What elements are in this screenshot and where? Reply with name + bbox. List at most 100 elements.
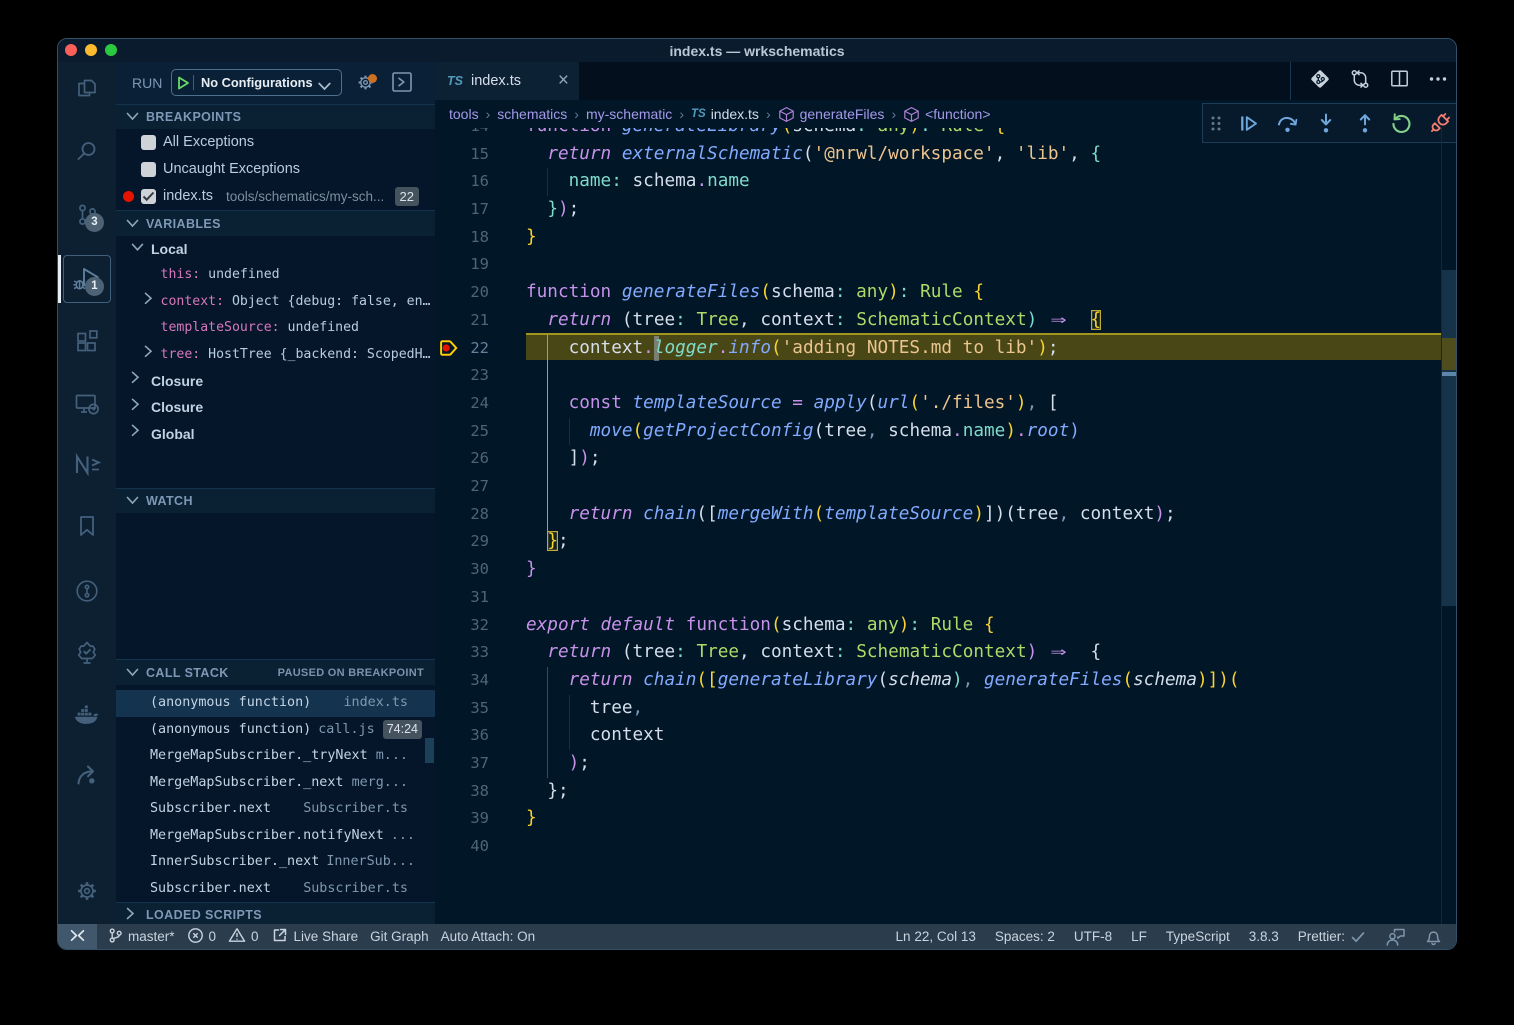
status-warnings[interactable]: 0 (228, 924, 259, 949)
line-number[interactable]: 31 (435, 584, 489, 612)
activity-item-todo-tree[interactable] (58, 629, 116, 677)
variables-scope-row[interactable]: Closure (116, 368, 435, 394)
breakpoint-checkbox[interactable] (141, 189, 156, 204)
code-line[interactable]: 38 }; (435, 778, 1456, 806)
code-line[interactable]: 28 return chain([mergeWith(templateSourc… (435, 501, 1456, 529)
step-into-icon[interactable] (1314, 111, 1338, 135)
call-stack-frame[interactable]: InnerSubscriber._nextInnerSub... (116, 849, 435, 876)
code-line[interactable]: 18} (435, 224, 1456, 252)
breakpoints-section-header[interactable]: BREAKPOINTS (116, 104, 435, 129)
code-line[interactable]: 31 (435, 584, 1456, 612)
call-stack-frame[interactable]: Subscriber.nextSubscriber.ts (116, 796, 435, 823)
status-language-mode[interactable]: TypeScript (1166, 924, 1230, 949)
code-line[interactable]: 25 move(getProjectConfig(tree, schema.na… (435, 418, 1456, 446)
code-line[interactable]: 35 tree, (435, 695, 1456, 723)
restart-icon[interactable] (1390, 111, 1414, 135)
split-editor[interactable] (1389, 68, 1410, 94)
code-line[interactable]: 32export default function(schema: any): … (435, 612, 1456, 640)
git-graph-view[interactable] (1309, 68, 1331, 95)
continue-icon[interactable] (1236, 111, 1260, 135)
code-line[interactable]: 21 return (tree: Tree, context: Schemati… (435, 307, 1456, 335)
activity-item-explorer[interactable] (58, 64, 116, 112)
status-indentation[interactable]: Spaces: 2 (995, 924, 1055, 949)
status-cursor-position[interactable]: Ln 22, Col 13 (896, 924, 976, 949)
code-line[interactable]: 37 ); (435, 750, 1456, 778)
status-live-share-contacts[interactable] (1385, 924, 1406, 949)
step-over-icon[interactable] (1275, 111, 1299, 135)
breakpoint-row[interactable]: All Exceptions (116, 129, 435, 156)
tab-index-ts[interactable]: TS index.ts × (435, 62, 579, 100)
code-line[interactable]: 39} (435, 805, 1456, 833)
close-tab-icon[interactable]: × (558, 62, 569, 100)
status-ts-version[interactable]: 3.8.3 (1249, 924, 1279, 949)
step-out-icon[interactable] (1353, 111, 1377, 135)
variables-scope-row[interactable]: Global (116, 421, 435, 447)
activity-item-source-control[interactable]: 3 (58, 191, 116, 239)
line-number[interactable]: 33 (435, 639, 489, 667)
breadcrumb-item[interactable]: generateFiles (778, 106, 885, 123)
call-stack-frame[interactable]: (anonymous function)index.ts (116, 690, 435, 717)
activity-item-manage[interactable] (58, 867, 116, 915)
sidebar-scrollbar-thumb[interactable] (425, 738, 434, 763)
call-stack-frame[interactable]: (anonymous function)call.js74:24 (116, 717, 435, 744)
call-stack-frame[interactable]: Subscriber.nextSubscriber.ts (116, 876, 435, 903)
line-number[interactable]: 20 (435, 279, 489, 307)
remote-indicator[interactable] (58, 924, 97, 949)
code-line[interactable]: 15 return externalSchematic('@nrwl/works… (435, 141, 1456, 169)
line-number[interactable]: 29 (435, 528, 489, 556)
breakpoint-row[interactable]: index.tstools/schematics/my-sch...22 (116, 183, 435, 210)
code-line[interactable]: 36 context (435, 722, 1456, 750)
variable-row[interactable]: tree: HostTree {_backend: ScopedH… (116, 342, 435, 368)
line-number[interactable]: 34 (435, 667, 489, 695)
status-git-graph[interactable]: Git Graph (370, 924, 429, 949)
call-stack-frame[interactable]: MergeMapSubscriber.notifyNext... (116, 823, 435, 850)
activity-item-nx-console[interactable] (58, 440, 116, 488)
line-number[interactable]: 28 (435, 501, 489, 529)
watch-section-header[interactable]: WATCH (116, 488, 435, 513)
code-line[interactable]: 27 (435, 473, 1456, 501)
activity-item-project-share[interactable] (58, 752, 116, 800)
variables-scope-row[interactable]: Local (116, 236, 435, 262)
code-line[interactable]: 23 (435, 362, 1456, 390)
line-number[interactable]: 35 (435, 695, 489, 723)
line-number[interactable]: 16 (435, 168, 489, 196)
activity-item-extensions[interactable] (58, 318, 116, 366)
code-line[interactable]: 16 name: schema.name (435, 168, 1456, 196)
open-changes[interactable] (1349, 68, 1371, 95)
line-number[interactable]: 38 (435, 778, 489, 806)
status-prettier[interactable]: Prettier: (1298, 924, 1366, 949)
line-number[interactable]: 19 (435, 251, 489, 279)
code-line[interactable]: 17 }); (435, 196, 1456, 224)
breadcrumb-item[interactable]: schematics (497, 106, 567, 122)
activity-item-gitlens[interactable] (58, 567, 116, 615)
code-line[interactable]: 29 }; (435, 528, 1456, 556)
code-line[interactable]: 24 const templateSource = apply(url('./f… (435, 390, 1456, 418)
activity-item-remote-explorer[interactable] (58, 380, 116, 428)
line-number[interactable]: 18 (435, 224, 489, 252)
line-number[interactable]: 27 (435, 473, 489, 501)
debug-console-icon[interactable] (392, 72, 412, 97)
code-editor[interactable]: 14function generateLibrary(schema: any):… (435, 128, 1456, 924)
line-number[interactable]: 25 (435, 418, 489, 446)
debug-current-line-breakpoint-icon[interactable] (440, 339, 459, 362)
call-stack-frame[interactable]: MergeMapSubscriber._tryNextm... (116, 743, 435, 770)
activity-item-run-and-debug[interactable]: 1 (58, 255, 116, 303)
breadcrumb-item[interactable]: tools (449, 106, 479, 122)
breakpoint-checkbox[interactable] (141, 135, 156, 150)
call-stack-section-header[interactable]: CALL STACKPAUSED ON BREAKPOINT (116, 659, 435, 685)
breadcrumb-item[interactable]: TSindex.ts (691, 106, 759, 122)
line-number[interactable]: 40 (435, 833, 489, 861)
call-stack-frame[interactable]: MergeMapSubscriber._nextmerg... (116, 770, 435, 797)
code-line[interactable]: 30} (435, 556, 1456, 584)
code-line[interactable]: 22 context.logger.info('adding NOTES.md … (435, 335, 1456, 363)
code-line[interactable]: 20function generateFiles(schema: any): R… (435, 279, 1456, 307)
variables-scope-row[interactable]: Closure (116, 394, 435, 420)
line-number[interactable]: 15 (435, 141, 489, 169)
code-line[interactable]: 19 (435, 251, 1456, 279)
status-errors[interactable]: 0 (187, 924, 217, 949)
variable-row[interactable]: templateSource: undefined (116, 315, 435, 341)
activity-item-docker[interactable] (58, 690, 116, 738)
launch-configuration-dropdown[interactable]: No Configurations (171, 69, 342, 96)
status-notifications[interactable] (1425, 924, 1442, 949)
line-number[interactable]: 32 (435, 612, 489, 640)
